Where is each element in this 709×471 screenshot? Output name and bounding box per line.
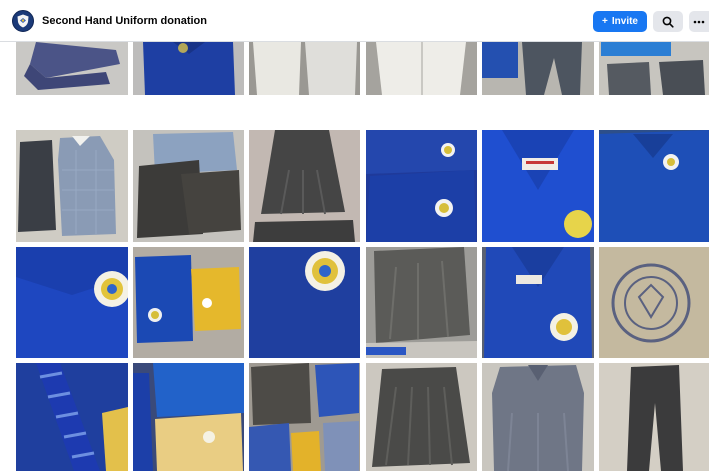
group-header: Second Hand Uniform donation + Invite bbox=[0, 0, 709, 42]
photo-grey-skirt-folded[interactable] bbox=[366, 247, 477, 358]
photo-blue-striped-ties[interactable] bbox=[16, 363, 128, 471]
invite-button[interactable]: + Invite bbox=[593, 11, 647, 32]
photo-white-blouses[interactable] bbox=[249, 42, 360, 95]
photo-white-shirt[interactable] bbox=[366, 42, 477, 95]
photo-grey-pleated-skirt[interactable] bbox=[366, 363, 477, 471]
school-crest-icon bbox=[17, 14, 29, 27]
photo-blue-polos-with-crest[interactable] bbox=[366, 130, 477, 242]
photo-mixed-grey-and-blue-clothes[interactable] bbox=[249, 363, 360, 471]
more-button[interactable] bbox=[689, 11, 709, 32]
photo-blue-crest-closeup[interactable] bbox=[249, 247, 360, 358]
photo-grey-pinafores[interactable] bbox=[133, 130, 244, 242]
more-icon bbox=[693, 20, 705, 23]
photo-book-bag-and-yellow-tops[interactable] bbox=[133, 247, 244, 358]
photo-blue-jumper-with-crest[interactable] bbox=[482, 247, 594, 358]
photo-ties-and-yellow-shirt[interactable] bbox=[133, 363, 244, 471]
search-button[interactable] bbox=[653, 11, 683, 32]
photo-blue-sweatshirt[interactable] bbox=[599, 130, 709, 242]
group-title[interactable]: Second Hand Uniform donation bbox=[42, 15, 207, 27]
group-avatar[interactable] bbox=[12, 9, 34, 32]
search-icon bbox=[662, 16, 674, 28]
photo-blue-jumper-crest-closeup[interactable] bbox=[16, 247, 128, 358]
photo-blue-polo-and-grey-shorts[interactable] bbox=[599, 42, 709, 95]
plus-icon: + bbox=[602, 16, 608, 27]
photo-grey-skirt[interactable] bbox=[249, 130, 360, 242]
photo-grey-dress[interactable] bbox=[482, 363, 594, 471]
photo-grey-trousers[interactable] bbox=[599, 363, 709, 471]
photo-blue-jumper-label[interactable] bbox=[482, 130, 594, 242]
photo-beige-bag-with-crest[interactable] bbox=[599, 247, 709, 358]
photo-blue-polo[interactable] bbox=[133, 42, 244, 95]
photo-grid bbox=[0, 42, 709, 471]
photo-blue-polo-and-grey-trousers[interactable] bbox=[482, 42, 594, 95]
invite-label: Invite bbox=[611, 16, 638, 27]
photo-navy-trousers[interactable] bbox=[16, 42, 128, 95]
photo-pinafore-and-checked-dress[interactable] bbox=[16, 130, 128, 242]
